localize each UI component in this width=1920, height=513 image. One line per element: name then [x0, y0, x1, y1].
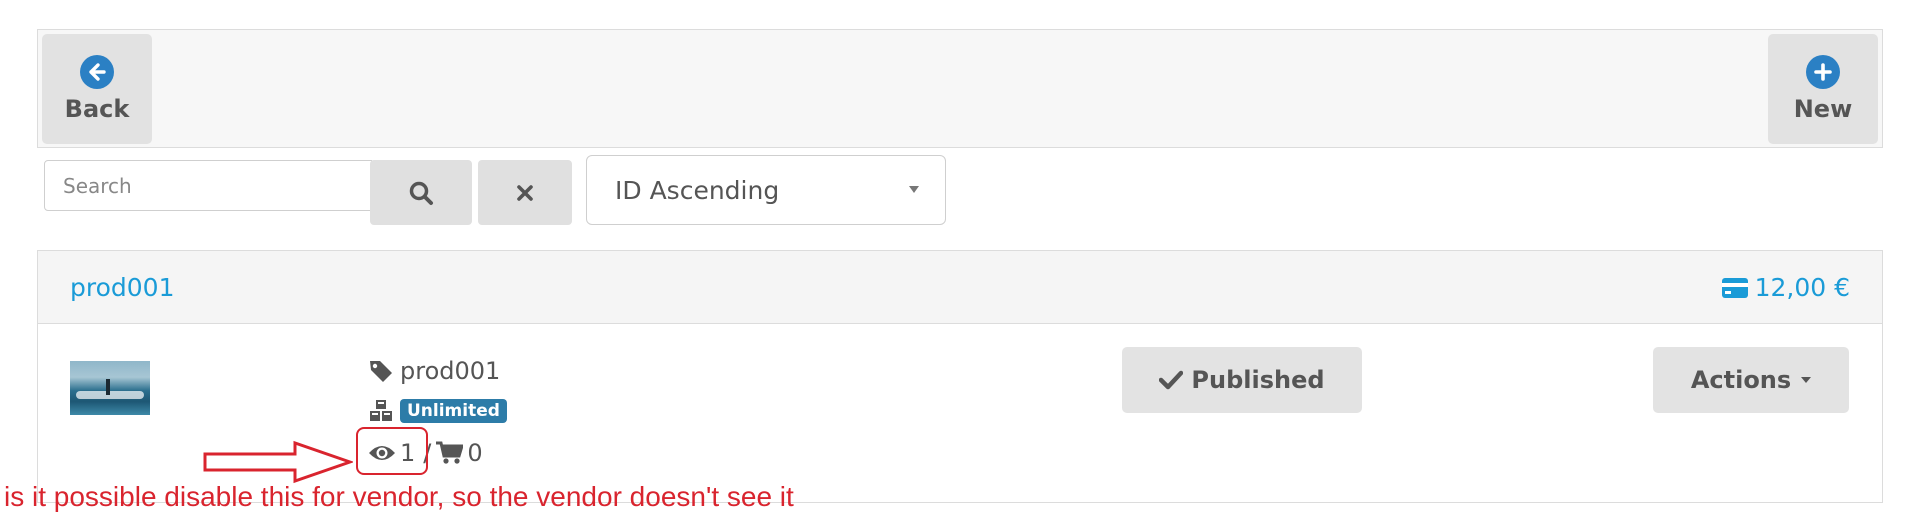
product-info: prod001 Unlimited 1 / 0 — [356, 351, 507, 475]
sku-row: prod001 — [368, 351, 507, 391]
top-toolbar: Back New — [37, 29, 1883, 148]
price-value: 12,00 € — [1754, 273, 1850, 302]
check-icon — [1159, 370, 1184, 390]
published-button[interactable]: Published — [1122, 347, 1362, 413]
caret-down-icon — [1801, 377, 1812, 383]
arrow-left-circle-icon — [80, 55, 114, 89]
close-icon — [517, 184, 533, 201]
annotation-text: is it possible disable this for vendor, … — [4, 481, 794, 512]
credit-card-icon — [1721, 277, 1748, 298]
search-button[interactable] — [370, 160, 472, 225]
chevron-down-icon — [909, 186, 919, 193]
stock-badge: Unlimited — [400, 399, 507, 423]
new-button[interactable]: New — [1768, 34, 1878, 144]
search-icon — [409, 181, 433, 205]
stats-row: 1 / 0 — [356, 427, 507, 475]
product-thumbnail[interactable] — [70, 361, 150, 415]
published-label: Published — [1191, 366, 1325, 394]
annotation-arrow-icon — [203, 440, 353, 484]
stock-row: Unlimited — [368, 391, 507, 431]
back-label: Back — [64, 95, 130, 123]
product-price: 12,00 € — [1721, 273, 1850, 302]
sku-text: prod001 — [400, 357, 501, 385]
new-label: New — [1793, 95, 1853, 123]
sort-selected-value: ID Ascending — [615, 175, 780, 205]
shopping-cart-icon — [436, 441, 464, 464]
product-title-link[interactable]: prod001 — [70, 273, 174, 302]
highlight-box — [356, 427, 428, 475]
plus-circle-icon — [1806, 55, 1840, 89]
cubes-icon — [370, 400, 392, 421]
back-button[interactable]: Back — [42, 34, 152, 144]
search-input[interactable] — [44, 160, 372, 211]
clear-search-button[interactable] — [478, 160, 572, 225]
actions-dropdown-button[interactable]: Actions — [1653, 347, 1849, 413]
actions-label: Actions — [1690, 366, 1792, 394]
thumbnail-figure — [106, 379, 110, 395]
sort-select[interactable]: ID Ascending — [586, 155, 946, 225]
thumbnail-wave — [76, 391, 144, 399]
product-header: prod001 12,00 € — [38, 251, 1882, 324]
cart-count: 0 — [467, 439, 483, 467]
tag-icon — [370, 361, 392, 382]
